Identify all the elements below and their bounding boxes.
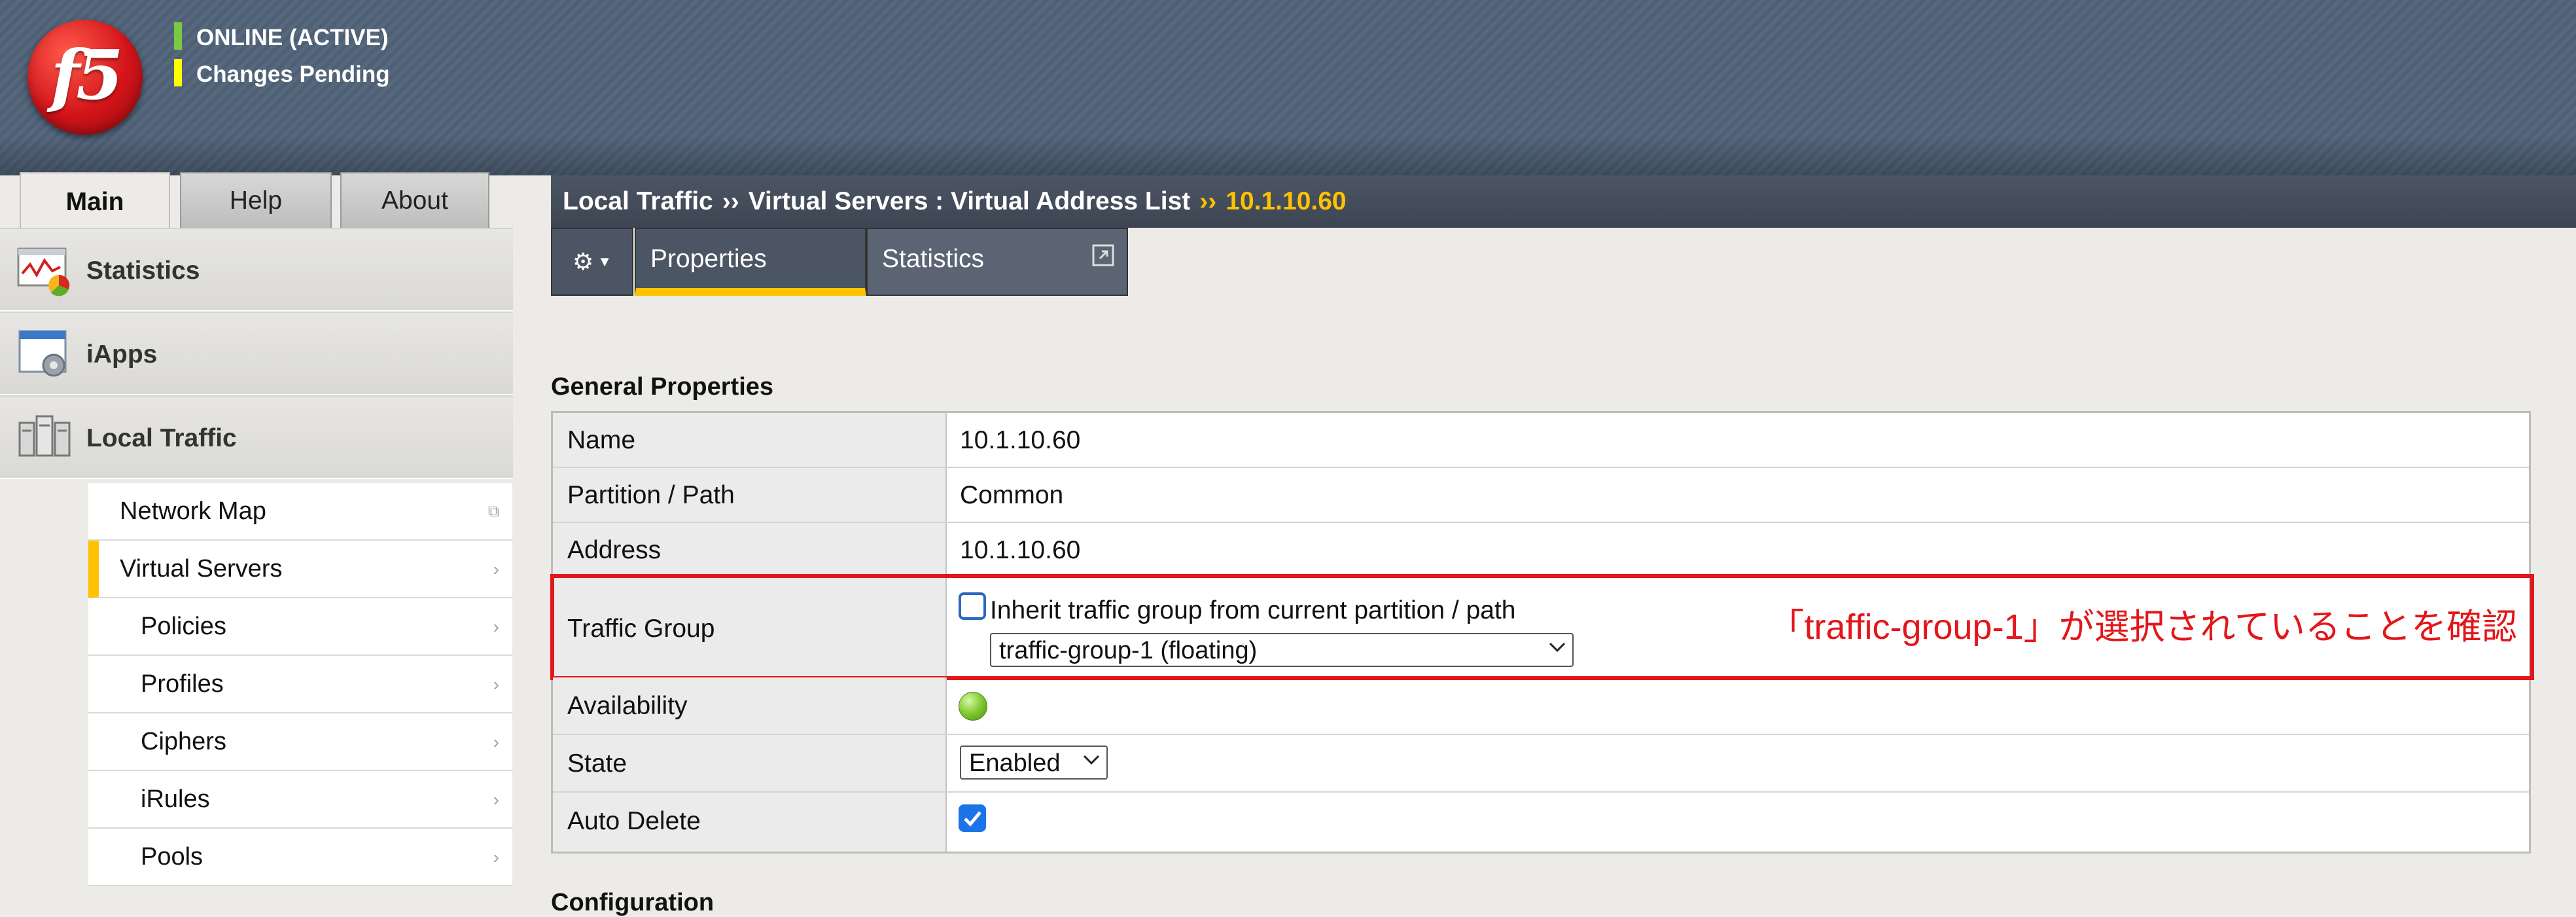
- gear-icon: ⚙: [572, 248, 594, 275]
- row-name-label: Name: [567, 426, 636, 454]
- inherit-traffic-group-checkbox[interactable]: [959, 592, 986, 620]
- external-link-icon[interactable]: [1091, 243, 1115, 267]
- nav-item-irules[interactable]: iRules ›: [88, 771, 512, 829]
- row-state: State Enabled: [553, 735, 2529, 793]
- tab-about-label: About: [381, 186, 448, 215]
- row-traffic-group-label: Traffic Group: [567, 615, 715, 643]
- chevron-right-icon: ›: [493, 559, 499, 579]
- status-pending-indicator: [174, 59, 182, 86]
- nav-item-policies[interactable]: Policies ›: [88, 598, 512, 656]
- tab-main[interactable]: Main: [20, 172, 170, 231]
- popout-icon: ⧉: [487, 503, 499, 520]
- iapps-gear-window-icon: [18, 330, 67, 377]
- row-partition-label-cell: Partition / Path: [553, 468, 947, 522]
- breadcrumb: Local Traffic ›› Virtual Servers : Virtu…: [551, 175, 2576, 228]
- chevron-right-icon: ›: [493, 674, 499, 694]
- status-online-text: ONLINE (ACTIVE): [196, 25, 389, 50]
- nav-item-profiles[interactable]: Profiles ›: [88, 656, 512, 713]
- nav-item-label: Pools: [141, 843, 203, 871]
- sidebar-section-statistics[interactable]: Statistics: [0, 228, 513, 312]
- row-name: Name 10.1.10.60: [553, 413, 2529, 468]
- caret-down-icon: ▼: [597, 253, 612, 270]
- gear-menu-button[interactable]: ⚙ ▼: [551, 228, 633, 296]
- auto-delete-checkbox[interactable]: [959, 804, 986, 832]
- sidebar: Statistics iApps Local Traffic Network M…: [0, 228, 513, 900]
- logo-text: f5: [50, 34, 123, 115]
- row-traffic-group-label-cell: Traffic Group: [553, 578, 947, 676]
- local-traffic-servers-icon: [18, 415, 71, 457]
- chevron-down-icon: [1549, 642, 1566, 653]
- chevron-right-icon: ›: [493, 732, 499, 752]
- tab-help-label: Help: [229, 186, 283, 215]
- nav-item-ciphers[interactable]: Ciphers ›: [88, 713, 512, 771]
- nav-item-label: iRules: [141, 785, 210, 813]
- nav-item-network-map[interactable]: Network Map ⧉: [88, 483, 512, 541]
- traffic-group-select-value: traffic-group-1 (floating): [999, 637, 1258, 664]
- tab-statistics[interactable]: Statistics: [866, 228, 1128, 296]
- nav-item-label: Profiles: [141, 670, 224, 698]
- row-partition-label: Partition / Path: [567, 481, 735, 509]
- header-banner: f5 ONLINE (ACTIVE) Changes Pending: [0, 0, 2576, 175]
- row-address: Address 10.1.10.60: [553, 523, 2529, 578]
- row-auto-delete-label-cell: Auto Delete: [553, 793, 947, 852]
- nav-item-virtual-servers[interactable]: Virtual Servers ›: [88, 541, 512, 598]
- tab-properties[interactable]: Properties: [635, 228, 866, 296]
- sidebar-section-local-traffic[interactable]: Local Traffic: [0, 395, 513, 479]
- status-online-indicator: [174, 22, 182, 50]
- section-configuration-title: Configuration: [551, 889, 715, 916]
- chevron-down-icon: [1083, 755, 1100, 765]
- row-address-label: Address: [567, 536, 662, 564]
- nav-item-label: Network Map: [120, 497, 266, 525]
- nav-item-pools[interactable]: Pools ›: [88, 829, 512, 886]
- tab-help[interactable]: Help: [180, 172, 332, 228]
- breadcrumb-virtual-address-list[interactable]: Virtual Servers : Virtual Address List: [749, 187, 1191, 216]
- tab-properties-label: Properties: [650, 245, 767, 273]
- row-partition-value: Common: [960, 481, 1064, 509]
- breadcrumb-current: 10.1.10.60: [1226, 187, 1347, 215]
- tab-main-label: Main: [65, 188, 124, 216]
- row-auto-delete: Auto Delete: [553, 793, 2529, 852]
- row-auto-delete-label: Auto Delete: [567, 807, 701, 835]
- row-availability-label: Availability: [567, 692, 688, 720]
- row-availability: Availability: [553, 677, 2529, 735]
- row-partition: Partition / Path Common: [553, 468, 2529, 523]
- chevron-right-icon: ›: [493, 789, 499, 810]
- statistics-chart-icon: [17, 247, 70, 297]
- sidebar-section-local-traffic-label: Local Traffic: [86, 424, 237, 452]
- state-select[interactable]: Enabled: [960, 746, 1108, 780]
- inherit-traffic-group-text: Inherit traffic group from current parti…: [990, 596, 1516, 624]
- tab-about[interactable]: About: [340, 172, 489, 228]
- traffic-group-select[interactable]: traffic-group-1 (floating): [990, 633, 1574, 667]
- row-traffic-group: Traffic Group Inherit traffic group from…: [550, 574, 2534, 680]
- annotation-text: 「traffic-group-1」が選択されていることを確認: [1769, 607, 2517, 647]
- nav-item-label: Policies: [141, 613, 226, 640]
- f5-logo: f5: [27, 20, 143, 135]
- chevron-right-icon: ›: [493, 617, 499, 637]
- row-name-label-cell: Name: [553, 413, 947, 467]
- row-address-label-cell: Address: [553, 523, 947, 577]
- availability-status-icon: [959, 692, 987, 721]
- row-state-label: State: [567, 749, 627, 778]
- section-general-properties-title: General Properties: [551, 373, 774, 401]
- row-state-label-cell: State: [553, 735, 947, 791]
- nav-item-label: Virtual Servers: [120, 555, 283, 583]
- sidebar-section-iapps[interactable]: iApps: [0, 312, 513, 395]
- tab-statistics-label: Statistics: [882, 245, 985, 273]
- breadcrumb-separator: ››: [722, 187, 739, 215]
- state-select-value: Enabled: [969, 749, 1061, 777]
- row-address-value: 10.1.10.60: [960, 536, 1081, 564]
- main-content: ⚙ ▼ Properties Statistics General Propert…: [550, 228, 2576, 916]
- sidebar-section-statistics-label: Statistics: [86, 257, 200, 285]
- nav-item-label: Ciphers: [141, 728, 226, 755]
- local-traffic-nav-list: Network Map ⧉ Virtual Servers › Policies…: [88, 483, 512, 886]
- chevron-right-icon: ›: [493, 847, 499, 867]
- sidebar-section-iapps-label: iApps: [86, 340, 158, 369]
- breadcrumb-local-traffic[interactable]: Local Traffic: [563, 187, 713, 216]
- general-properties-table: Name 10.1.10.60 Partition / Path Common …: [550, 411, 2534, 854]
- status-pending-text[interactable]: Changes Pending: [196, 62, 390, 88]
- row-availability-label-cell: Availability: [553, 677, 947, 734]
- row-name-value: 10.1.10.60: [960, 426, 1081, 454]
- breadcrumb-separator-current: ››: [1199, 187, 1217, 215]
